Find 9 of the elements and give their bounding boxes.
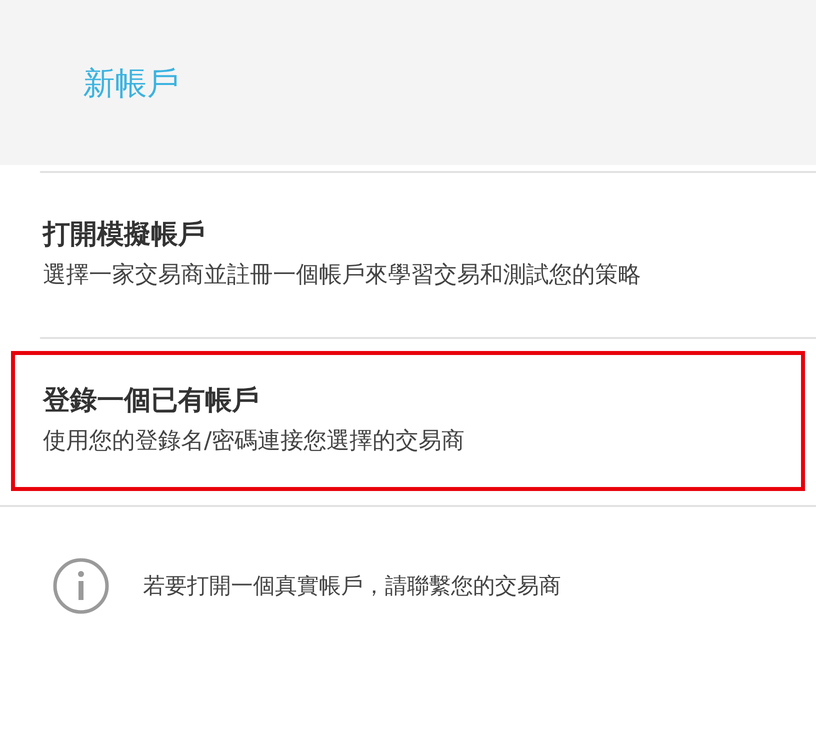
option-title: 打開模擬帳戶 xyxy=(43,218,206,252)
option-item[interactable]: 登錄一個已有帳戶 使用您的登錄名/密碼連接您選擇的交易商 xyxy=(11,351,805,491)
option-description: 使用您的登錄名/密碼連接您選擇的交易商 xyxy=(43,427,466,456)
option-title: 登錄一個已有帳戶 xyxy=(43,384,260,418)
page-title: 新帳戶 xyxy=(83,66,179,98)
option-item[interactable]: 打開模擬帳戶 選擇一家交易商並註冊一個帳戶來學習交易和測試您的策略 xyxy=(11,185,805,325)
info-text: 若要打開一個真實帳戶，請聯繫您的交易商 xyxy=(143,572,561,600)
info-icon xyxy=(52,557,110,615)
option-description: 選擇一家交易商並註冊一個帳戶來學習交易和測試您的策略 xyxy=(43,261,642,290)
